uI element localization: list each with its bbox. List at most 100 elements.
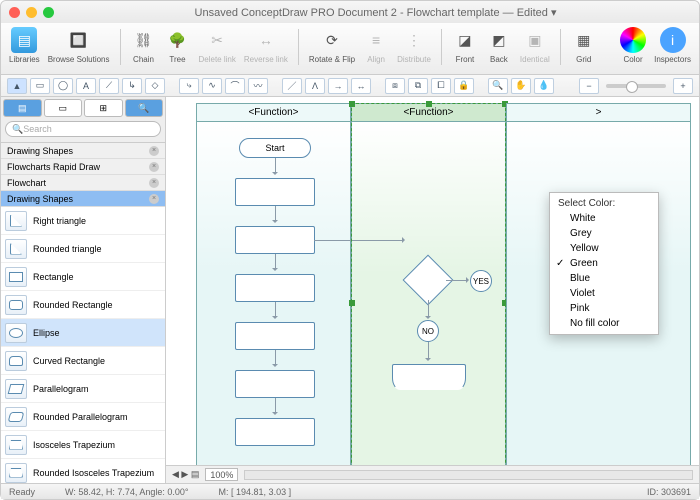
zoom-tool[interactable]: 🔍 bbox=[488, 78, 508, 94]
shape-item[interactable]: Rectangle bbox=[1, 263, 165, 291]
lib-tab-search[interactable]: 🔍 bbox=[125, 99, 164, 117]
menu-item-grey[interactable]: Grey bbox=[550, 226, 658, 241]
swimlane-header[interactable]: > bbox=[507, 104, 690, 122]
menu-item-green[interactable]: Green bbox=[550, 256, 658, 271]
process-shape[interactable] bbox=[235, 274, 315, 302]
shape-item[interactable]: Isosceles Trapezium bbox=[1, 431, 165, 459]
curve-connector-tool[interactable]: ∿ bbox=[202, 78, 222, 94]
ungroup-tool[interactable]: ⧠ bbox=[431, 78, 451, 94]
lib-row-selected[interactable]: Drawing Shapes× bbox=[1, 191, 165, 207]
menu-item-blue[interactable]: Blue bbox=[550, 271, 658, 286]
page-nav[interactable]: ◀ ▶ ▤ bbox=[172, 469, 199, 480]
identical-button[interactable]: ▣Identical bbox=[520, 27, 550, 64]
status-ready: Ready bbox=[9, 487, 35, 497]
shape-item[interactable]: Rounded Parallelogram bbox=[1, 403, 165, 431]
zoom-in-button[interactable]: + bbox=[673, 78, 693, 94]
spline-tool[interactable]: 〰 bbox=[248, 78, 268, 94]
double-arrow-tool[interactable]: ↔ bbox=[351, 78, 371, 94]
shape-item[interactable]: Rounded Isosceles Trapezium bbox=[1, 459, 165, 483]
menu-item-yellow[interactable]: Yellow bbox=[550, 241, 658, 256]
arrow-icon bbox=[428, 300, 429, 318]
close-icon[interactable]: × bbox=[149, 162, 159, 172]
reverse-link-button[interactable]: ↔Reverse link bbox=[244, 27, 288, 64]
inspectors-button[interactable]: iInspectors bbox=[654, 27, 691, 64]
lib-row[interactable]: Flowcharts Rapid Draw× bbox=[1, 159, 165, 175]
close-icon[interactable]: × bbox=[149, 146, 159, 156]
browse-solutions-button[interactable]: 🔲Browse Solutions bbox=[48, 27, 110, 64]
color-button[interactable]: Color bbox=[620, 27, 646, 64]
process-shape[interactable] bbox=[392, 364, 466, 390]
zoom-field[interactable]: 100% bbox=[205, 468, 238, 481]
search-input[interactable]: 🔍 Search bbox=[5, 121, 161, 137]
swimlane-2-selected[interactable]: <Function> YES NO bbox=[351, 103, 506, 483]
polyline-tool[interactable]: Ʌ bbox=[305, 78, 325, 94]
tree-button[interactable]: 🌳Tree bbox=[165, 27, 191, 64]
lib-tab-2[interactable]: ▭ bbox=[44, 99, 83, 117]
process-shape[interactable] bbox=[235, 370, 315, 398]
menu-title: Select Color: bbox=[550, 196, 658, 211]
text-tool[interactable]: A bbox=[76, 78, 96, 94]
shape-item[interactable]: Parallelogram bbox=[1, 375, 165, 403]
menu-item-white[interactable]: White bbox=[550, 211, 658, 226]
swimlane-1[interactable]: <Function> Start bbox=[196, 103, 351, 483]
close-icon[interactable]: × bbox=[149, 194, 159, 204]
hand-tool[interactable]: ✋ bbox=[511, 78, 531, 94]
connector-tool[interactable]: ↳ bbox=[122, 78, 142, 94]
no-connector[interactable]: NO bbox=[417, 320, 439, 342]
close-window-button[interactable] bbox=[9, 7, 20, 18]
body: ▤ ▭ ⊞ 🔍 🔍 Search Drawing Shapes× Flowcha… bbox=[1, 97, 699, 483]
shape-item[interactable]: Curved Rectangle bbox=[1, 347, 165, 375]
lock-tool[interactable]: 🔒 bbox=[454, 78, 474, 94]
rotate-flip-button[interactable]: ⟳Rotate & Flip bbox=[309, 27, 355, 64]
lib-row[interactable]: Drawing Shapes× bbox=[1, 143, 165, 159]
eyedropper-tool[interactable]: 💧 bbox=[534, 78, 554, 94]
line-shape-tool[interactable]: ／ bbox=[282, 78, 302, 94]
menu-item-violet[interactable]: Violet bbox=[550, 286, 658, 301]
zoom-out-button[interactable]: − bbox=[579, 78, 599, 94]
arrow-tool[interactable]: → bbox=[328, 78, 348, 94]
lib-tab-3[interactable]: ⊞ bbox=[84, 99, 123, 117]
back-button[interactable]: ◩Back bbox=[486, 27, 512, 64]
process-shape[interactable] bbox=[235, 226, 315, 254]
ellipse-tool[interactable]: ◯ bbox=[53, 78, 73, 94]
lib-tab-1[interactable]: ▤ bbox=[3, 99, 42, 117]
distribute-button[interactable]: ⋮Distribute bbox=[397, 27, 431, 64]
process-shape[interactable] bbox=[235, 178, 315, 206]
menu-item-nofill[interactable]: No fill color bbox=[550, 316, 658, 331]
swimlane-header[interactable]: <Function> bbox=[197, 104, 350, 122]
start-terminator[interactable]: Start bbox=[239, 138, 311, 158]
h-scrollbar[interactable] bbox=[244, 470, 693, 480]
distribute-icon: ⋮ bbox=[401, 27, 427, 53]
menu-item-pink[interactable]: Pink bbox=[550, 301, 658, 316]
minimize-window-button[interactable] bbox=[26, 7, 37, 18]
lib-row[interactable]: Flowchart× bbox=[1, 175, 165, 191]
smart-connector-tool[interactable]: ⤷ bbox=[179, 78, 199, 94]
group-tool[interactable]: ⧉ bbox=[408, 78, 428, 94]
libraries-button[interactable]: ▤Libraries bbox=[9, 27, 40, 64]
shape-item[interactable]: Right triangle bbox=[1, 207, 165, 235]
process-shape[interactable] bbox=[235, 322, 315, 350]
yes-connector[interactable]: YES bbox=[470, 270, 492, 292]
front-button[interactable]: ◪Front bbox=[452, 27, 478, 64]
arc-tool[interactable]: ⌒ bbox=[225, 78, 245, 94]
crop-tool[interactable]: ⧈ bbox=[385, 78, 405, 94]
rect-tool[interactable]: ▭ bbox=[30, 78, 50, 94]
shape-item[interactable]: Rounded Rectangle bbox=[1, 291, 165, 319]
arrow-icon bbox=[446, 280, 468, 281]
swimlane-header[interactable]: <Function> bbox=[352, 104, 505, 122]
shape-item-selected[interactable]: Ellipse bbox=[1, 319, 165, 347]
process-shape[interactable] bbox=[235, 418, 315, 446]
tree-icon: 🌳 bbox=[165, 27, 191, 53]
close-icon[interactable]: × bbox=[149, 178, 159, 188]
pointer-tool[interactable]: ▲ bbox=[7, 78, 27, 94]
zoom-window-button[interactable] bbox=[43, 7, 54, 18]
poly-tool[interactable]: ◇ bbox=[145, 78, 165, 94]
grid-button[interactable]: ▦Grid bbox=[571, 27, 597, 64]
color-menu: Select Color: White Grey Yellow Green Bl… bbox=[549, 192, 659, 335]
line-tool[interactable]: ⟋ bbox=[99, 78, 119, 94]
delete-link-button[interactable]: ✂Delete link bbox=[199, 27, 236, 64]
zoom-slider[interactable] bbox=[606, 84, 666, 88]
shape-item[interactable]: Rounded triangle bbox=[1, 235, 165, 263]
chain-button[interactable]: ⛓Chain bbox=[131, 27, 157, 64]
align-button[interactable]: ≡Align bbox=[363, 27, 389, 64]
